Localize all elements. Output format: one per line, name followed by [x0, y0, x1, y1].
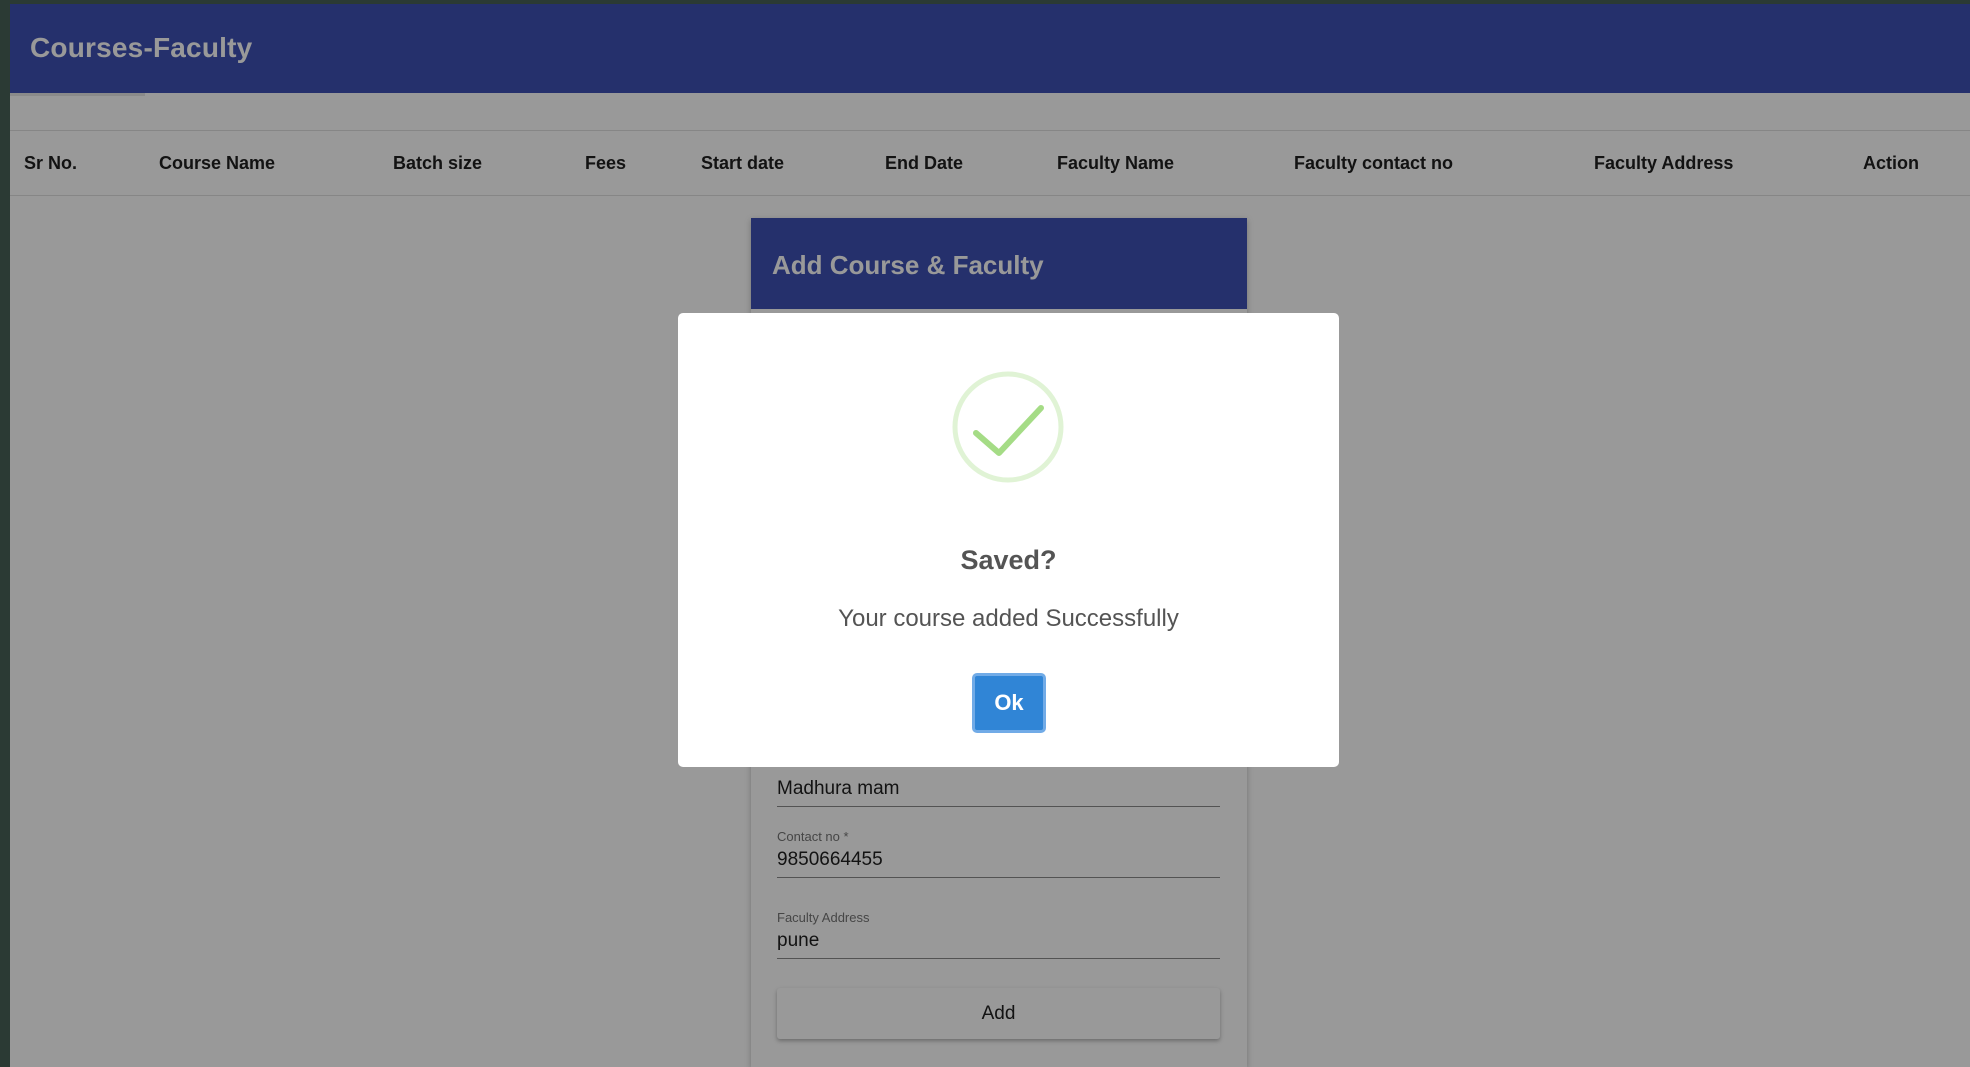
dialog-title: Saved? [960, 545, 1057, 575]
success-check-icon [952, 371, 1064, 483]
dialog-message: Your course added Successfully [838, 605, 1179, 632]
success-dialog: Saved? Your course added Successfully Ok [678, 313, 1339, 767]
app-window: Courses-Faculty Sr No. Course Name Batch… [10, 4, 1970, 1067]
ok-button[interactable]: Ok [972, 673, 1046, 733]
